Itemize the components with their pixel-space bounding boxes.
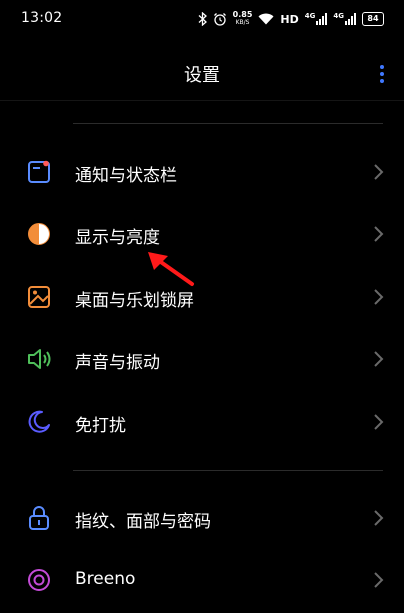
- wifi-icon: [258, 13, 274, 25]
- settings-item-breeno[interactable]: Breeno: [0, 551, 404, 609]
- display-brightness-icon: [28, 223, 50, 245]
- sound-vibration-icon: [28, 349, 51, 369]
- chevron-right-icon: [374, 351, 384, 367]
- network-speed: 0.85 KB/S: [233, 11, 253, 27]
- breeno-icon: [28, 569, 50, 591]
- chevron-right-icon: [374, 572, 384, 588]
- settings-item-label: 声音与振动: [75, 353, 160, 373]
- hd-indicator: HD: [280, 12, 299, 26]
- settings-item-notifications[interactable]: 通知与状态栏: [0, 143, 404, 201]
- settings-item-wallpaper[interactable]: 桌面与乐划锁屏: [0, 268, 404, 326]
- page-title: 设置: [184, 65, 220, 86]
- notification-statusbar-icon: [28, 160, 50, 183]
- fingerprint-lock-icon: [29, 506, 49, 530]
- section-divider: [73, 470, 383, 471]
- network-type-1: 4G: [304, 12, 316, 20]
- settings-item-label: 免打扰: [75, 416, 126, 436]
- settings-item-sound[interactable]: 声音与振动: [0, 330, 404, 388]
- settings-item-label: Breeno: [75, 569, 136, 589]
- network-type-2: 4G: [333, 12, 344, 20]
- chevron-right-icon: [374, 289, 384, 305]
- signal-icon: 4G: [305, 13, 328, 25]
- chevron-right-icon: [374, 510, 384, 526]
- settings-item-label: 桌面与乐划锁屏: [75, 291, 194, 311]
- do-not-disturb-icon: [28, 410, 50, 433]
- settings-item-display[interactable]: 显示与亮度: [0, 205, 404, 263]
- settings-item-label: 通知与状态栏: [75, 166, 177, 186]
- alarm-icon: [213, 13, 226, 26]
- battery-icon: 84: [362, 12, 384, 26]
- chevron-right-icon: [374, 226, 384, 242]
- more-vertical-icon[interactable]: [378, 65, 386, 83]
- settings-item-label: 显示与亮度: [75, 228, 160, 248]
- chevron-right-icon: [374, 414, 384, 430]
- wallpaper-lockscreen-icon: [28, 286, 50, 308]
- status-icons: 0.85 KB/S HD 4G 4G 84: [198, 10, 384, 28]
- status-bar: 13:02 0.85 KB/S HD 4G 4G 84: [0, 0, 404, 38]
- bluetooth-icon: [198, 12, 207, 26]
- signal-icon-2: 4G: [333, 13, 356, 25]
- settings-item-security[interactable]: 指纹、面部与密码: [0, 489, 404, 547]
- header-divider: [0, 100, 404, 101]
- network-speed-unit: KB/S: [235, 19, 250, 26]
- status-time: 13:02: [21, 10, 63, 26]
- settings-item-label: 指纹、面部与密码: [75, 512, 211, 532]
- chevron-right-icon: [374, 164, 384, 180]
- settings-item-dnd[interactable]: 免打扰: [0, 393, 404, 451]
- page-header: 设置: [0, 55, 404, 91]
- network-speed-value: 0.85: [232, 10, 253, 19]
- top-divider: [73, 123, 383, 124]
